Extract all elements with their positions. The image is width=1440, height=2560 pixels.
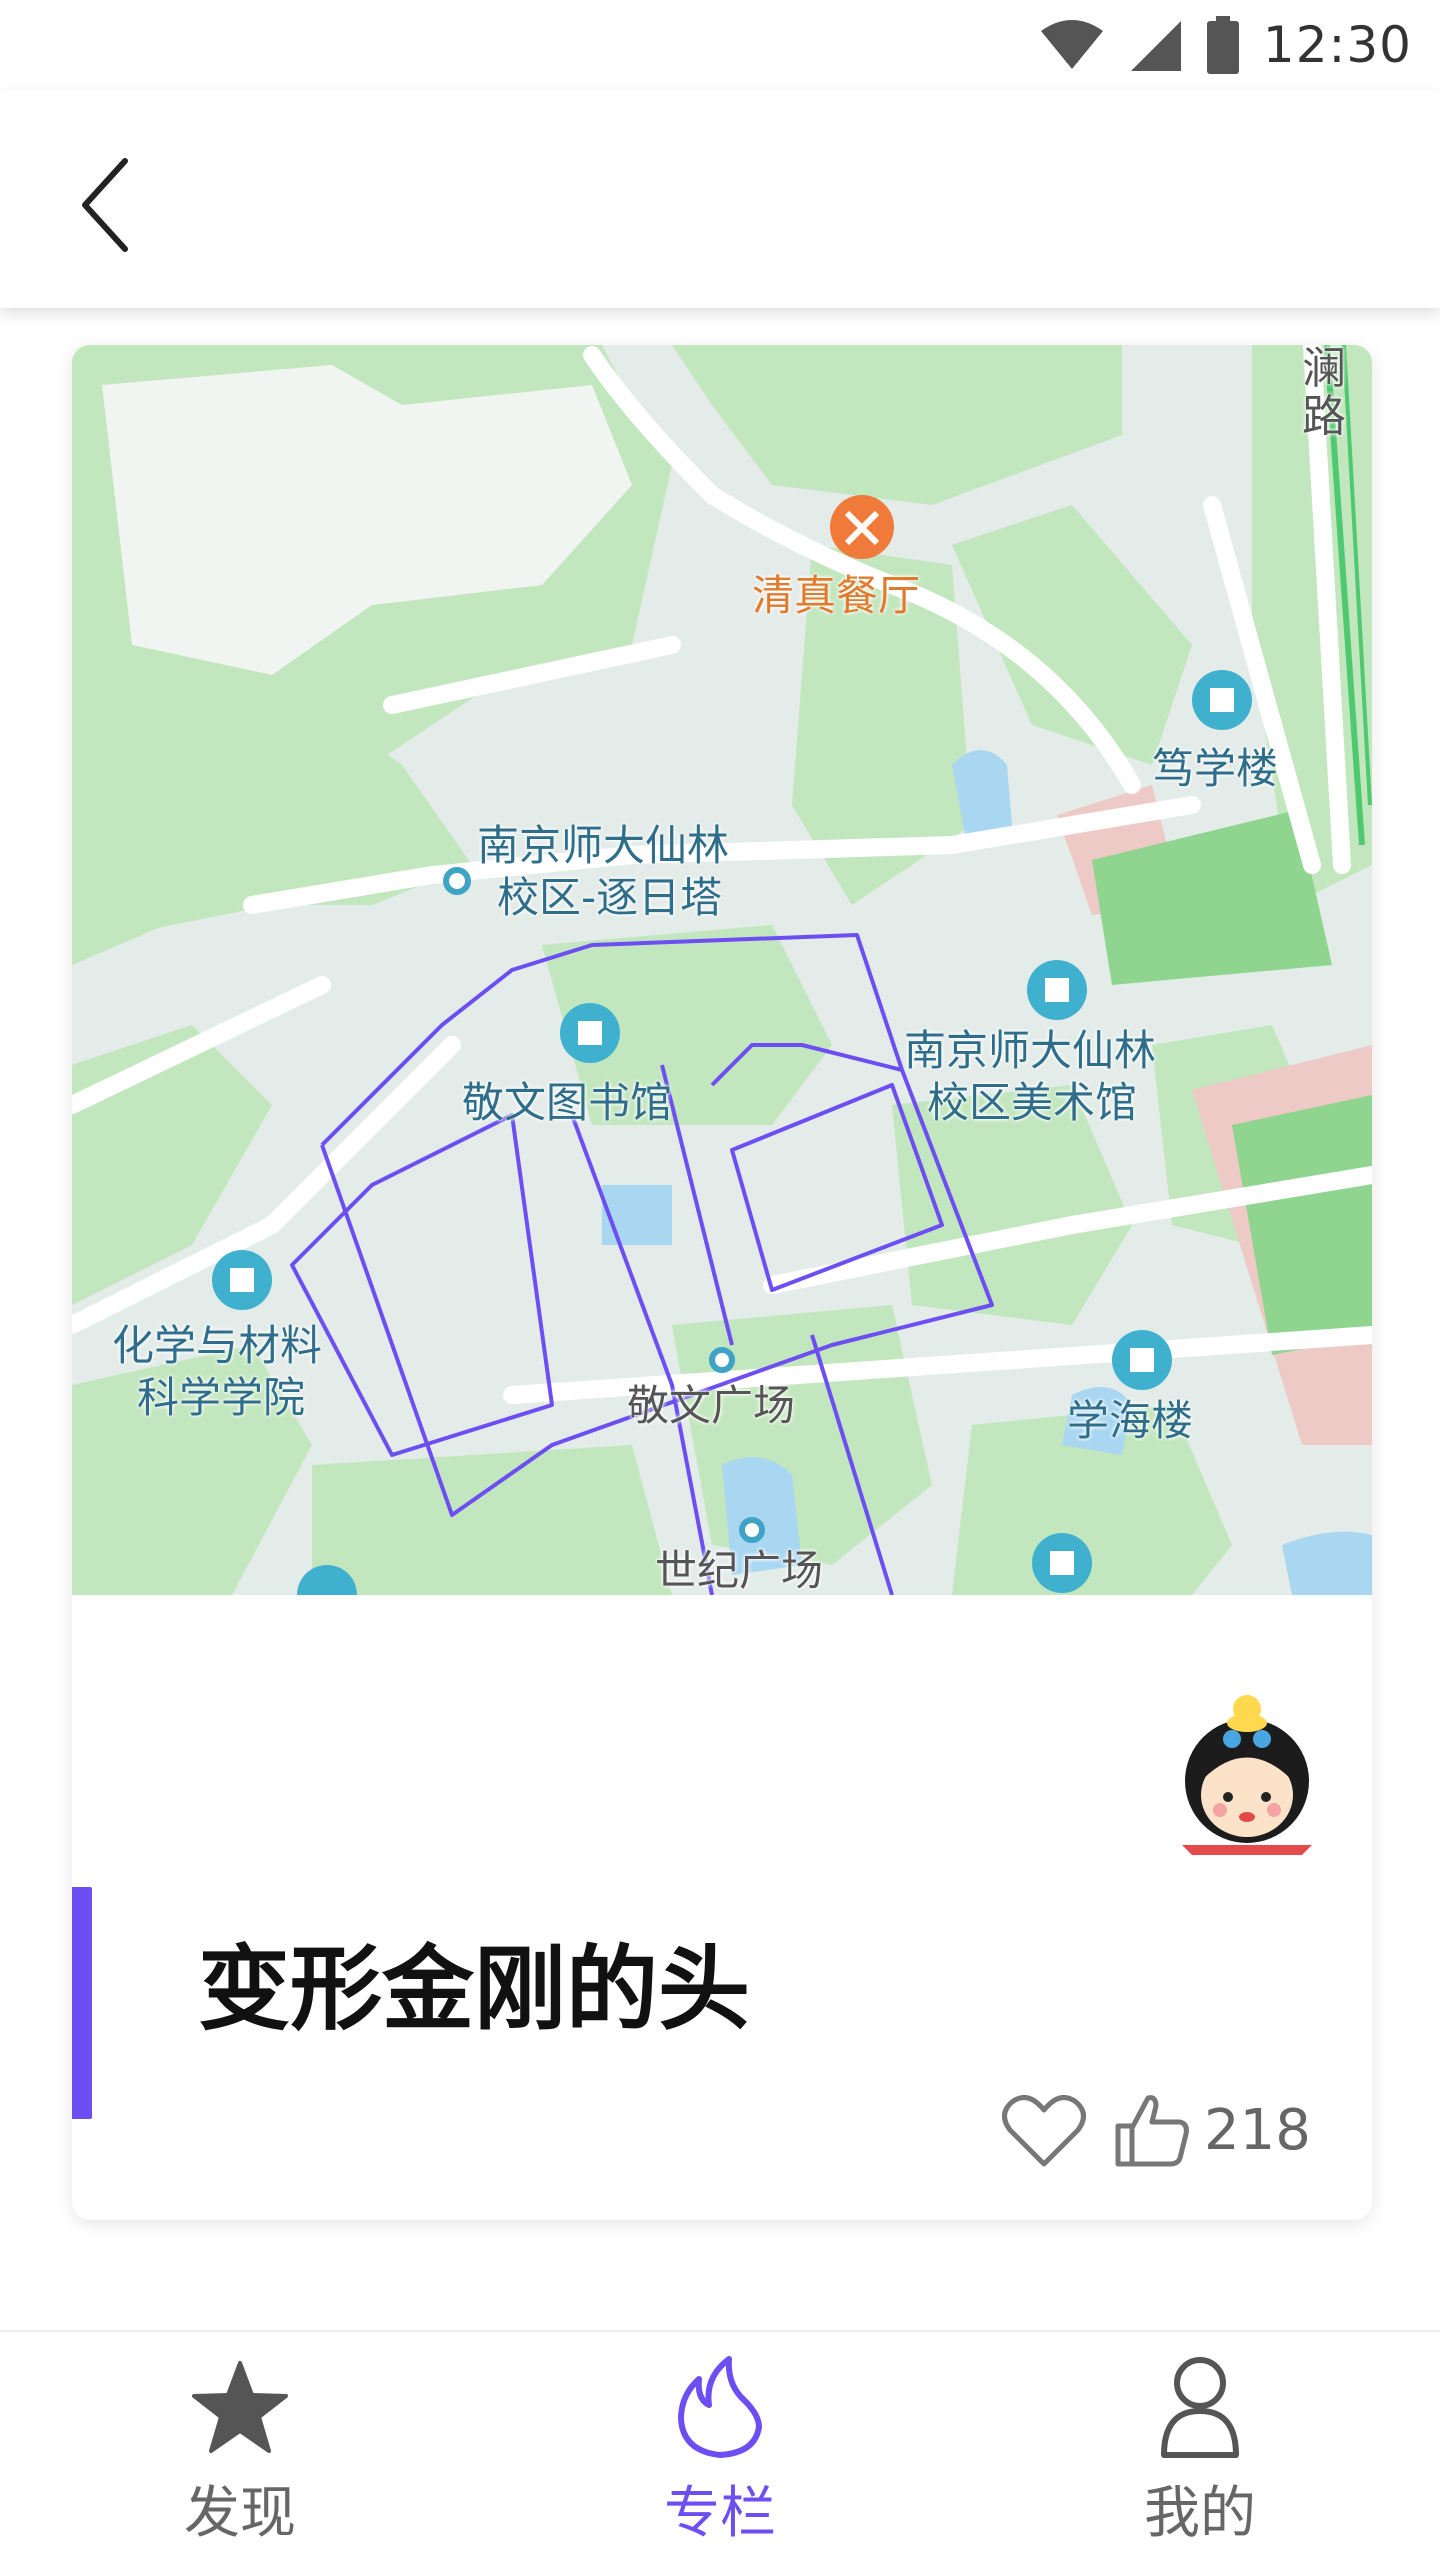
map-label-chem-line1: 化学与材料 <box>112 1321 323 1371</box>
route-card[interactable]: 清真餐厅 澜 路 笃学楼 南京师大仙林 校区-逐日塔 敬文图书馆 南京师大仙林 … <box>72 345 1372 2220</box>
nav-item-mine[interactable]: 我的 <box>960 2332 1440 2560</box>
wifi-icon <box>1040 20 1103 69</box>
thumbs-up-icon <box>1115 2095 1189 2167</box>
title-accent-bar <box>72 1887 92 2119</box>
map-label-chem-line2: 科学学院 <box>137 1373 306 1423</box>
status-icons: 12:30 <box>1039 14 1412 76</box>
avatar-illustration <box>1162 1685 1332 1855</box>
map-label-zhuri-line1: 南京师大仙林 <box>477 821 730 871</box>
bottom-navigation: 发现 专栏 我的 <box>0 2330 1440 2560</box>
back-button[interactable] <box>60 150 150 260</box>
heart-icon[interactable] <box>1002 2092 1086 2168</box>
like-button[interactable]: 218 <box>1114 2092 1311 2168</box>
map-label-zhuri-line2: 校区-逐日塔 <box>497 873 723 923</box>
like-count: 218 <box>1204 2097 1311 2163</box>
star-icon <box>185 2352 295 2462</box>
card-title: 变形金刚的头 <box>198 1936 751 2043</box>
map-label-art-line2: 校区美术馆 <box>927 1078 1138 1128</box>
status-bar: 12:30 <box>0 0 1440 90</box>
route-map[interactable]: 清真餐厅 澜 路 笃学楼 南京师大仙林 校区-逐日塔 敬文图书馆 南京师大仙林 … <box>72 345 1372 1595</box>
cellular-signal-icon <box>1130 21 1181 71</box>
nav-item-column[interactable]: 专栏 <box>480 2332 960 2560</box>
map-label-restaurant: 清真餐厅 <box>752 571 921 621</box>
nav-label-column: 专栏 <box>664 2481 776 2546</box>
map-label-art-line1: 南京师大仙林 <box>904 1026 1157 1076</box>
map-label-library: 敬文图书馆 <box>462 1078 673 1128</box>
map-label-century-square: 世纪广场 <box>655 1546 824 1595</box>
person-icon <box>1145 2352 1255 2462</box>
card-actions: 218 <box>1002 2085 1311 2175</box>
nav-item-discover[interactable]: 发现 <box>0 2332 480 2560</box>
nav-label-mine: 我的 <box>1144 2481 1256 2546</box>
top-app-bar <box>0 90 1440 308</box>
battery-icon <box>1206 16 1239 74</box>
flame-icon <box>665 2352 775 2462</box>
map-label-xuehai: 学海楼 <box>1067 1396 1194 1446</box>
chevron-left-icon <box>82 158 128 252</box>
status-time: 12:30 <box>1262 16 1412 74</box>
map-label-road: 澜 路 <box>1302 345 1347 442</box>
map-label-dushi: 笃学楼 <box>1152 744 1279 794</box>
author-avatar[interactable] <box>1162 1685 1332 1855</box>
nav-label-discover: 发现 <box>184 2481 296 2546</box>
map-label-jingwen-square: 敬文广场 <box>627 1381 796 1431</box>
